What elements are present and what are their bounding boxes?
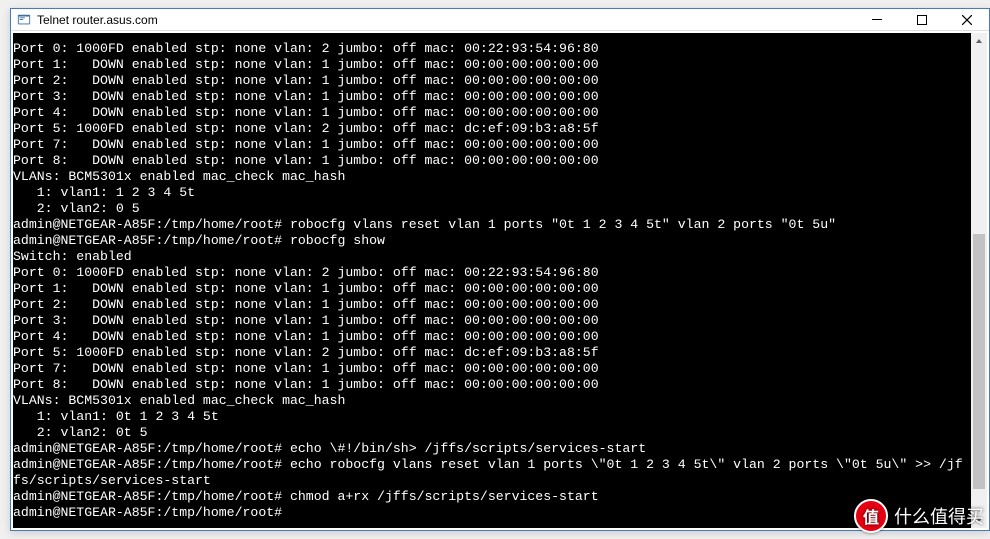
scroll-up-button[interactable]: [971, 33, 987, 49]
watermark-badge-icon: 值: [854, 499, 888, 533]
vertical-scrollbar[interactable]: [971, 33, 987, 528]
app-icon: [17, 13, 31, 27]
titlebar[interactable]: Telnet router.asus.com: [11, 9, 989, 31]
telnet-window: Telnet router.asus.com Port 0: 1000FD en…: [10, 8, 990, 531]
scrollbar-track[interactable]: [971, 49, 987, 512]
minimize-button[interactable]: [854, 9, 899, 31]
scrollbar-thumb[interactable]: [973, 234, 985, 489]
watermark: 值 什么值得买: [854, 499, 984, 533]
window-title: Telnet router.asus.com: [37, 13, 854, 27]
terminal-area: Port 0: 1000FD enabled stp: none vlan: 2…: [13, 33, 987, 528]
maximize-button[interactable]: [899, 9, 944, 31]
close-button[interactable]: [944, 9, 989, 31]
watermark-text: 什么值得买: [894, 503, 984, 529]
terminal-output[interactable]: Port 0: 1000FD enabled stp: none vlan: 2…: [13, 33, 971, 528]
window-controls: [854, 9, 989, 31]
